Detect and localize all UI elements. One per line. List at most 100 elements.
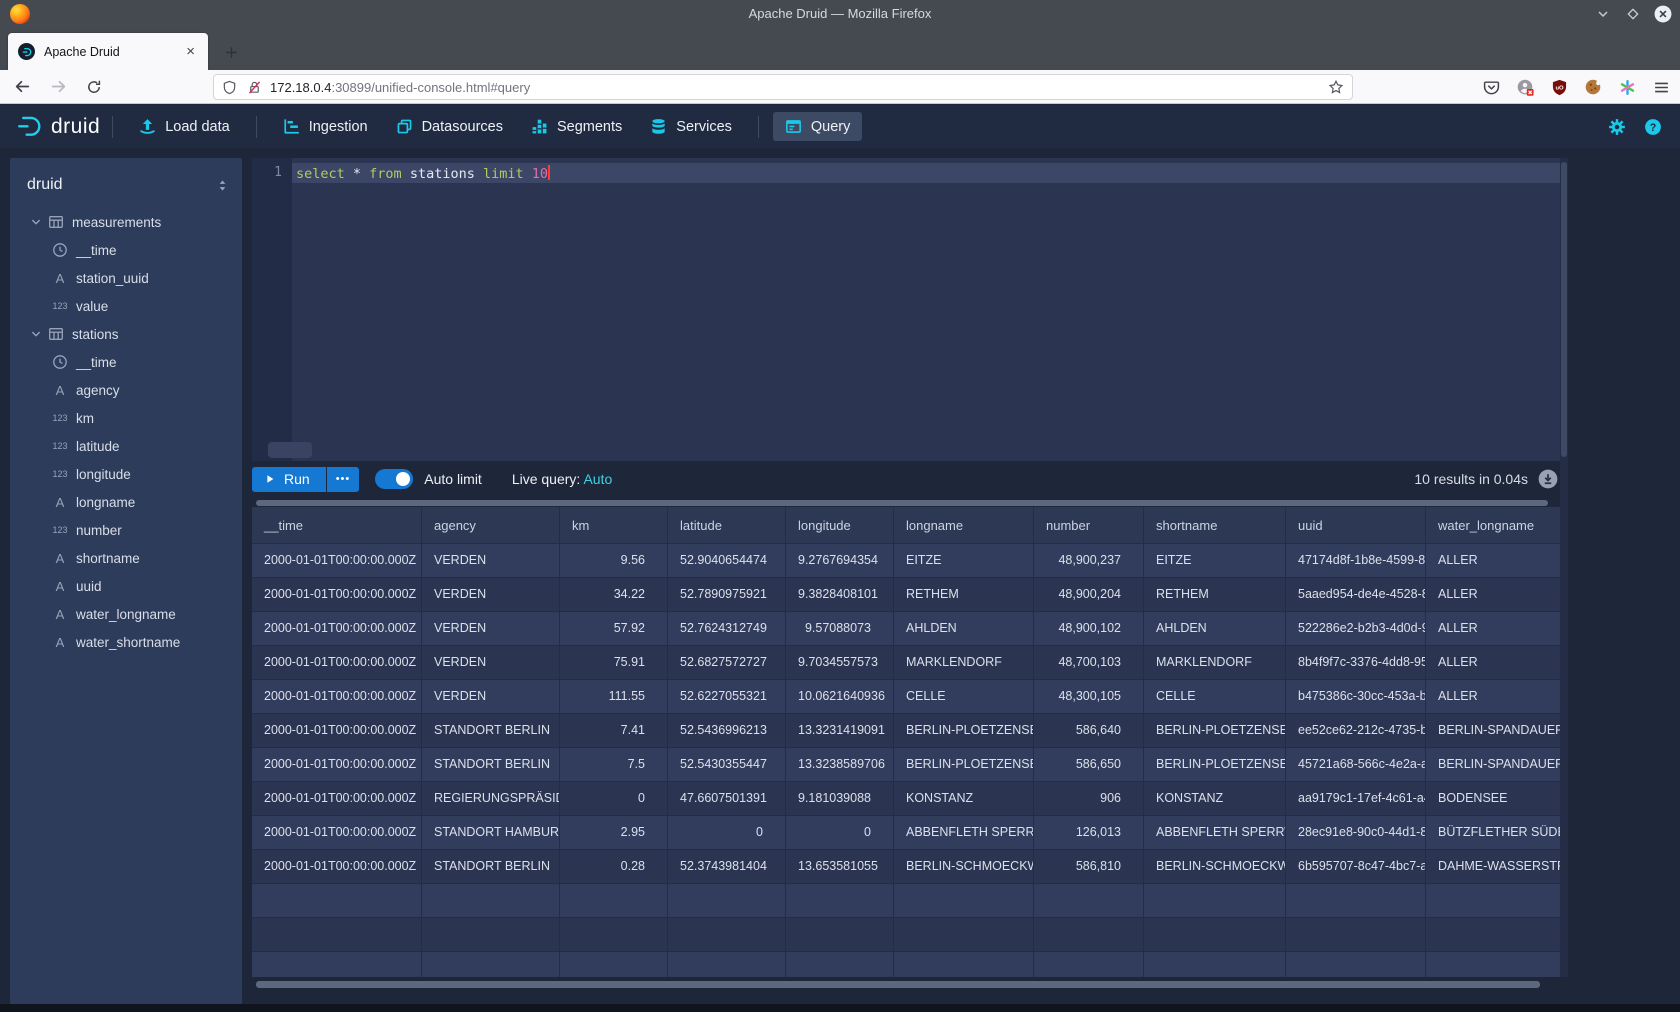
cell-longitude[interactable]: 9.3828408101 xyxy=(786,578,894,611)
cell-water-longname[interactable]: ALLER xyxy=(1426,578,1560,611)
cell---time[interactable]: 2000-01-01T00:00:00.000Z xyxy=(252,646,422,679)
table-row[interactable]: 2000-01-01T00:00:00.000ZSTANDORT BERLIN0… xyxy=(252,850,1560,884)
scrollbar-thumb[interactable] xyxy=(256,981,1540,988)
schema-column-water-longname[interactable]: Awater_longname xyxy=(10,600,242,628)
cell-latitude[interactable]: 52.3743981404 xyxy=(668,850,786,883)
table-row[interactable]: 2000-01-01T00:00:00.000ZSTANDORT BERLIN7… xyxy=(252,714,1560,748)
run-more-button[interactable]: ••• xyxy=(327,467,360,492)
column-header-agency[interactable]: agency xyxy=(422,507,560,543)
cell-latitude[interactable]: 52.6827572727 xyxy=(668,646,786,679)
cell-longitude[interactable]: 9.2767694354 xyxy=(786,544,894,577)
schema-column---time[interactable]: __time xyxy=(10,236,242,264)
cell-longname[interactable]: CELLE xyxy=(894,680,1034,713)
nav-item-datasources[interactable]: Datasources xyxy=(384,112,515,141)
cell---time[interactable]: 2000-01-01T00:00:00.000Z xyxy=(252,816,422,849)
run-button[interactable]: Run xyxy=(252,467,326,492)
cell-longname[interactable]: BERLIN-SCHMOECKWITZ xyxy=(894,850,1034,883)
cell-water-longname[interactable]: BODENSEE xyxy=(1426,782,1560,815)
cell-water-longname[interactable]: BÜTZFLETHER SÜDERELBE xyxy=(1426,816,1560,849)
nav-item-services[interactable]: Services xyxy=(638,112,744,141)
tab-close-icon[interactable]: × xyxy=(183,43,198,60)
insecure-lock-icon[interactable] xyxy=(247,80,262,95)
schema-column-uuid[interactable]: Auuid xyxy=(10,572,242,600)
schema-column-longname[interactable]: Alongname xyxy=(10,488,242,516)
cell-longname[interactable]: RETHEM xyxy=(894,578,1034,611)
cell-water-longname[interactable]: BERLIN-SPANDAUER-SCHIFFAHRTSKANAL xyxy=(1426,748,1560,781)
cell-shortname[interactable]: CELLE xyxy=(1144,680,1286,713)
forward-button[interactable] xyxy=(44,73,72,101)
table-row[interactable]: 2000-01-01T00:00:00.000ZREGIERUNGSPRÄSID… xyxy=(252,782,1560,816)
cell-uuid[interactable]: 8b4f9f7c-3376-4dd8-95c xyxy=(1286,646,1426,679)
cell-number[interactable]: 586,640 xyxy=(1034,714,1144,747)
profile-extension-icon[interactable] xyxy=(1516,78,1534,96)
cell-longname[interactable]: MARKLENDORF xyxy=(894,646,1034,679)
cell-agency[interactable]: VERDEN xyxy=(422,544,560,577)
cell-km[interactable]: 34.22 xyxy=(560,578,668,611)
cell---time[interactable]: 2000-01-01T00:00:00.000Z xyxy=(252,680,422,713)
cell-uuid[interactable]: 45721a68-566c-4e2a-a6 xyxy=(1286,748,1426,781)
cell-agency[interactable]: STANDORT BERLIN xyxy=(422,748,560,781)
cell---time[interactable]: 2000-01-01T00:00:00.000Z xyxy=(252,782,422,815)
cell-shortname[interactable]: AHLDEN xyxy=(1144,612,1286,645)
cell-km[interactable]: 2.95 xyxy=(560,816,668,849)
schema-column-station-uuid[interactable]: Astation_uuid xyxy=(10,264,242,292)
cell-number[interactable]: 586,810 xyxy=(1034,850,1144,883)
cell-longitude[interactable]: 13.3238589706 xyxy=(786,748,894,781)
help-icon[interactable]: ? xyxy=(1644,118,1662,136)
cell-longname[interactable]: AHLDEN xyxy=(894,612,1034,645)
cell-agency[interactable]: VERDEN xyxy=(422,612,560,645)
schema-table-stations[interactable]: stations xyxy=(10,320,242,348)
nav-item-query[interactable]: Query xyxy=(773,112,863,141)
ublock-origin-icon[interactable]: uO xyxy=(1550,78,1568,96)
cell-km[interactable]: 75.91 xyxy=(560,646,668,679)
cell-shortname[interactable]: KONSTANZ xyxy=(1144,782,1286,815)
schema-column-agency[interactable]: Aagency xyxy=(10,376,242,404)
cell-number[interactable]: 48,900,237 xyxy=(1034,544,1144,577)
table-scrollbar-top[interactable] xyxy=(252,499,1568,507)
cell-latitude[interactable]: 52.6227055321 xyxy=(668,680,786,713)
cell-latitude[interactable]: 52.7624312749 xyxy=(668,612,786,645)
cell-latitude[interactable]: 52.5430355447 xyxy=(668,748,786,781)
cell-water-longname[interactable]: ALLER xyxy=(1426,544,1560,577)
schema-table-measurements[interactable]: measurements xyxy=(10,208,242,236)
cell-agency[interactable]: STANDORT BERLIN xyxy=(422,850,560,883)
settings-gear-icon[interactable] xyxy=(1608,118,1626,136)
column-header-number[interactable]: number xyxy=(1034,507,1144,543)
sql-text[interactable]: select * from stations limit 10 xyxy=(296,165,550,182)
page-scrollbar[interactable] xyxy=(1560,158,1568,977)
new-tab-button[interactable] xyxy=(218,39,244,65)
cell-agency[interactable]: REGIERUNGSPRÄSIDIUM TÜBINGEN xyxy=(422,782,560,815)
scrollbar-thumb[interactable] xyxy=(256,500,1548,506)
window-maximize-icon[interactable] xyxy=(1624,5,1642,23)
cell-agency[interactable]: VERDEN xyxy=(422,680,560,713)
cell-agency[interactable]: STANDORT HAMBURG xyxy=(422,816,560,849)
cell-km[interactable]: 0.28 xyxy=(560,850,668,883)
download-icon[interactable] xyxy=(1538,469,1558,489)
schema-column-latitude[interactable]: 123latitude xyxy=(10,432,242,460)
column-header-uuid[interactable]: uuid xyxy=(1286,507,1426,543)
url-bar[interactable]: 172.18.0.4:30899/unified-console.html#qu… xyxy=(213,74,1353,100)
cell-uuid[interactable]: 6b595707-8c47-4bc7-a8 xyxy=(1286,850,1426,883)
cell-longitude[interactable]: 13.653581055 xyxy=(786,850,894,883)
cell-latitude[interactable]: 0 xyxy=(668,816,786,849)
cell-uuid[interactable]: aa9179c1-17ef-4c61-a48 xyxy=(1286,782,1426,815)
cell-shortname[interactable]: MARKLENDORF xyxy=(1144,646,1286,679)
cell-agency[interactable]: VERDEN xyxy=(422,578,560,611)
cell-uuid[interactable]: b475386c-30cc-453a-b3 xyxy=(1286,680,1426,713)
table-row[interactable]: 2000-01-01T00:00:00.000ZSTANDORT BERLIN7… xyxy=(252,748,1560,782)
schema-column-number[interactable]: 123number xyxy=(10,516,242,544)
cell-km[interactable]: 7.5 xyxy=(560,748,668,781)
column-header-longitude[interactable]: longitude xyxy=(786,507,894,543)
cell-number[interactable]: 48,900,204 xyxy=(1034,578,1144,611)
cell-shortname[interactable]: RETHEM xyxy=(1144,578,1286,611)
schema-column-km[interactable]: 123km xyxy=(10,404,242,432)
cell-shortname[interactable]: ABBENFLETH SPERRWERK AP xyxy=(1144,816,1286,849)
cell-longname[interactable]: BERLIN-PLOETZENSEE OP xyxy=(894,714,1034,747)
table-row[interactable]: 2000-01-01T00:00:00.000ZVERDEN57.9252.76… xyxy=(252,612,1560,646)
cell---time[interactable]: 2000-01-01T00:00:00.000Z xyxy=(252,850,422,883)
cell-longitude[interactable]: 9.181039088 xyxy=(786,782,894,815)
cell-uuid[interactable]: 47174d8f-1b8e-4599-8a xyxy=(1286,544,1426,577)
menu-hamburger-icon[interactable] xyxy=(1652,78,1670,96)
cell-longitude[interactable]: 13.3231419091 xyxy=(786,714,894,747)
cell-latitude[interactable]: 52.9040654474 xyxy=(668,544,786,577)
